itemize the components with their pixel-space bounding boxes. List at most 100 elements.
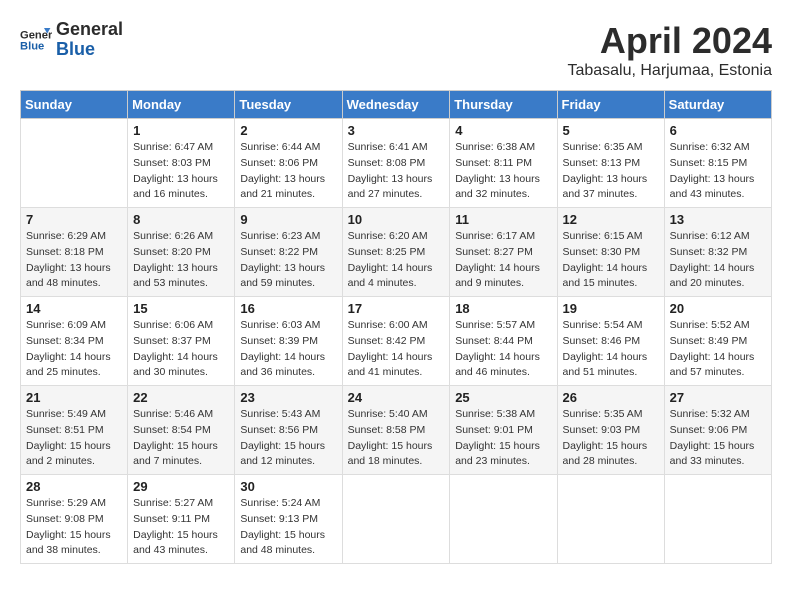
week-row-0: 1 Sunrise: 6:47 AM Sunset: 8:03 PM Daylig…	[21, 119, 772, 208]
day-cell: 5 Sunrise: 6:35 AM Sunset: 8:13 PM Daylig…	[557, 119, 664, 208]
day-number: 28	[26, 479, 122, 494]
day-cell: 25 Sunrise: 5:38 AM Sunset: 9:01 PM Dayli…	[450, 386, 557, 475]
day-number: 17	[348, 301, 445, 316]
day-cell: 6Sunrise: 6:32 AM Sunset: 8:15 PM Daylig…	[664, 119, 771, 208]
month-title: April 2024	[567, 20, 772, 62]
day-number: 2	[240, 123, 336, 138]
day-info: Sunrise: 5:57 AM Sunset: 8:44 PM Dayligh…	[455, 318, 551, 381]
weekday-thursday: Thursday	[450, 91, 557, 119]
day-info: Sunrise: 6:15 AM Sunset: 8:30 PM Dayligh…	[563, 229, 659, 292]
day-number: 13	[670, 212, 766, 227]
day-info: Sunrise: 5:24 AM Sunset: 9:13 PM Dayligh…	[240, 496, 336, 559]
weekday-saturday: Saturday	[664, 91, 771, 119]
day-info: Sunrise: 5:43 AM Sunset: 8:56 PM Dayligh…	[240, 407, 336, 470]
week-row-2: 14 Sunrise: 6:09 AM Sunset: 8:34 PM Dayli…	[21, 297, 772, 386]
day-number: 9	[240, 212, 336, 227]
day-info: Sunrise: 5:29 AM Sunset: 9:08 PM Dayligh…	[26, 496, 122, 559]
day-info: Sunrise: 5:27 AM Sunset: 9:11 PM Dayligh…	[133, 496, 229, 559]
day-number: 11	[455, 212, 551, 227]
day-cell: 20 Sunrise: 5:52 AM Sunset: 8:49 PM Dayli…	[664, 297, 771, 386]
day-cell: 27 Sunrise: 5:32 AM Sunset: 9:06 PM Dayli…	[664, 386, 771, 475]
day-info: Sunrise: 6:17 AM Sunset: 8:27 PM Dayligh…	[455, 229, 551, 292]
day-info: Sunrise: 6:32 AM Sunset: 8:15 PM Dayligh…	[670, 140, 766, 203]
day-info: Sunrise: 5:32 AM Sunset: 9:06 PM Dayligh…	[670, 407, 766, 470]
day-info: Sunrise: 6:38 AM Sunset: 8:11 PM Dayligh…	[455, 140, 551, 203]
day-info: Sunrise: 5:38 AM Sunset: 9:01 PM Dayligh…	[455, 407, 551, 470]
day-info: Sunrise: 5:49 AM Sunset: 8:51 PM Dayligh…	[26, 407, 122, 470]
day-info: Sunrise: 6:00 AM Sunset: 8:42 PM Dayligh…	[348, 318, 445, 381]
day-number: 30	[240, 479, 336, 494]
svg-text:Blue: Blue	[20, 40, 44, 52]
day-info: Sunrise: 5:54 AM Sunset: 8:46 PM Dayligh…	[563, 318, 659, 381]
day-number: 4	[455, 123, 551, 138]
weekday-header-row: SundayMondayTuesdayWednesdayThursdayFrid…	[21, 91, 772, 119]
week-row-1: 7Sunrise: 6:29 AM Sunset: 8:18 PM Daylig…	[21, 208, 772, 297]
day-cell: 16 Sunrise: 6:03 AM Sunset: 8:39 PM Dayli…	[235, 297, 342, 386]
day-cell	[664, 475, 771, 564]
day-number: 14	[26, 301, 122, 316]
day-cell: 29Sunrise: 5:27 AM Sunset: 9:11 PM Dayli…	[128, 475, 235, 564]
day-cell	[21, 119, 128, 208]
day-number: 21	[26, 390, 122, 405]
day-number: 16	[240, 301, 336, 316]
day-info: Sunrise: 6:26 AM Sunset: 8:20 PM Dayligh…	[133, 229, 229, 292]
day-number: 15	[133, 301, 229, 316]
day-cell: 8 Sunrise: 6:26 AM Sunset: 8:20 PM Daylig…	[128, 208, 235, 297]
day-cell: 1 Sunrise: 6:47 AM Sunset: 8:03 PM Daylig…	[128, 119, 235, 208]
day-cell: 24 Sunrise: 5:40 AM Sunset: 8:58 PM Dayli…	[342, 386, 450, 475]
day-number: 18	[455, 301, 551, 316]
day-info: Sunrise: 6:06 AM Sunset: 8:37 PM Dayligh…	[133, 318, 229, 381]
weekday-friday: Friday	[557, 91, 664, 119]
day-cell: 13 Sunrise: 6:12 AM Sunset: 8:32 PM Dayli…	[664, 208, 771, 297]
day-cell: 9Sunrise: 6:23 AM Sunset: 8:22 PM Daylig…	[235, 208, 342, 297]
day-cell: 30 Sunrise: 5:24 AM Sunset: 9:13 PM Dayli…	[235, 475, 342, 564]
day-number: 5	[563, 123, 659, 138]
day-cell: 2Sunrise: 6:44 AM Sunset: 8:06 PM Daylig…	[235, 119, 342, 208]
day-number: 20	[670, 301, 766, 316]
day-cell: 15 Sunrise: 6:06 AM Sunset: 8:37 PM Dayli…	[128, 297, 235, 386]
day-cell	[557, 475, 664, 564]
day-info: Sunrise: 6:35 AM Sunset: 8:13 PM Dayligh…	[563, 140, 659, 203]
logo-line2: Blue	[56, 40, 123, 60]
day-number: 1	[133, 123, 229, 138]
day-cell: 22Sunrise: 5:46 AM Sunset: 8:54 PM Dayli…	[128, 386, 235, 475]
day-number: 24	[348, 390, 445, 405]
weekday-monday: Monday	[128, 91, 235, 119]
day-number: 10	[348, 212, 445, 227]
day-cell: 23 Sunrise: 5:43 AM Sunset: 8:56 PM Dayli…	[235, 386, 342, 475]
day-number: 25	[455, 390, 551, 405]
day-info: Sunrise: 6:12 AM Sunset: 8:32 PM Dayligh…	[670, 229, 766, 292]
day-info: Sunrise: 6:29 AM Sunset: 8:18 PM Dayligh…	[26, 229, 122, 292]
day-cell: 18 Sunrise: 5:57 AM Sunset: 8:44 PM Dayli…	[450, 297, 557, 386]
title-area: April 2024 Tabasalu, Harjumaa, Estonia	[567, 20, 772, 80]
day-cell: 17 Sunrise: 6:00 AM Sunset: 8:42 PM Dayli…	[342, 297, 450, 386]
day-number: 26	[563, 390, 659, 405]
day-cell: 28 Sunrise: 5:29 AM Sunset: 9:08 PM Dayli…	[21, 475, 128, 564]
calendar: SundayMondayTuesdayWednesdayThursdayFrid…	[20, 90, 772, 564]
day-number: 23	[240, 390, 336, 405]
day-info: Sunrise: 5:52 AM Sunset: 8:49 PM Dayligh…	[670, 318, 766, 381]
day-cell: 21 Sunrise: 5:49 AM Sunset: 8:51 PM Dayli…	[21, 386, 128, 475]
day-cell	[450, 475, 557, 564]
location-title: Tabasalu, Harjumaa, Estonia	[567, 62, 772, 80]
day-info: Sunrise: 6:41 AM Sunset: 8:08 PM Dayligh…	[348, 140, 445, 203]
day-info: Sunrise: 6:09 AM Sunset: 8:34 PM Dayligh…	[26, 318, 122, 381]
day-info: Sunrise: 6:47 AM Sunset: 8:03 PM Dayligh…	[133, 140, 229, 203]
day-info: Sunrise: 5:40 AM Sunset: 8:58 PM Dayligh…	[348, 407, 445, 470]
weekday-wednesday: Wednesday	[342, 91, 450, 119]
day-cell: 7Sunrise: 6:29 AM Sunset: 8:18 PM Daylig…	[21, 208, 128, 297]
logo-icon: General Blue	[20, 24, 52, 56]
day-info: Sunrise: 5:35 AM Sunset: 9:03 PM Dayligh…	[563, 407, 659, 470]
weekday-sunday: Sunday	[21, 91, 128, 119]
day-number: 3	[348, 123, 445, 138]
day-number: 8	[133, 212, 229, 227]
day-cell: 26 Sunrise: 5:35 AM Sunset: 9:03 PM Dayli…	[557, 386, 664, 475]
day-number: 19	[563, 301, 659, 316]
day-info: Sunrise: 6:03 AM Sunset: 8:39 PM Dayligh…	[240, 318, 336, 381]
day-info: Sunrise: 5:46 AM Sunset: 8:54 PM Dayligh…	[133, 407, 229, 470]
day-cell: 19 Sunrise: 5:54 AM Sunset: 8:46 PM Dayli…	[557, 297, 664, 386]
day-cell: 14 Sunrise: 6:09 AM Sunset: 8:34 PM Dayli…	[21, 297, 128, 386]
day-number: 27	[670, 390, 766, 405]
logo-line1: General	[56, 20, 123, 40]
day-cell: 4 Sunrise: 6:38 AM Sunset: 8:11 PM Daylig…	[450, 119, 557, 208]
